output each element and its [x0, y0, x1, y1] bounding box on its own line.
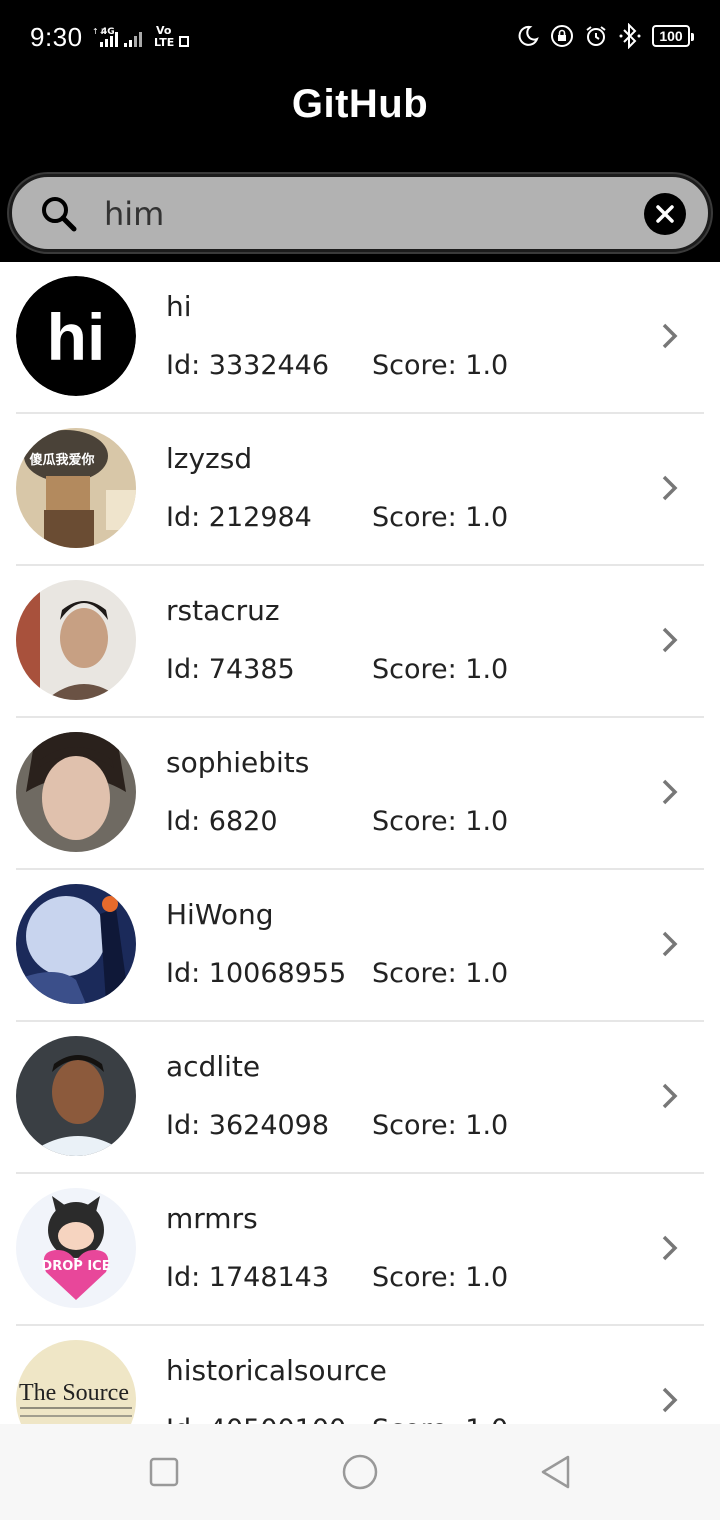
- user-id: Id: 74385: [166, 654, 295, 685]
- app-header: 9:30 ↑↓ 4G Vo LTE 100 GitHub him: [0, 0, 720, 262]
- search-bar[interactable]: [9, 174, 711, 252]
- chevron-right-icon[interactable]: [660, 778, 680, 806]
- list-item[interactable]: acdlite Id: 3624098 Score: 1.0: [0, 1022, 720, 1174]
- home-button[interactable]: [340, 1452, 380, 1492]
- user-name: sophiebits: [166, 746, 310, 779]
- user-score: Score: 1.0: [372, 350, 509, 381]
- svg-text:LTE: LTE: [154, 36, 174, 48]
- chevron-right-icon[interactable]: [660, 1234, 680, 1262]
- user-id: Id: 6820: [166, 806, 278, 837]
- home-icon: [342, 1454, 378, 1490]
- clear-icon: [656, 205, 674, 223]
- avatar: DROP ICE: [16, 1188, 136, 1308]
- avatar-text: DROP ICE: [41, 1259, 110, 1274]
- volte-icon: Vo LTE: [154, 24, 189, 48]
- avatar-text: 傻瓜我爱你: [29, 452, 94, 468]
- chevron-right-icon[interactable]: [660, 1386, 680, 1414]
- avatar: [16, 732, 136, 852]
- user-score: Score: 1.0: [372, 806, 509, 837]
- user-name: rstacruz: [166, 594, 280, 627]
- list-item[interactable]: hi hi Id: 3332446 Score: 1.0: [0, 262, 720, 414]
- user-id: Id: 3332446: [166, 350, 330, 381]
- list-item[interactable]: 傻瓜我爱你 lzyzsd Id: 212984 Score: 1.0: [0, 414, 720, 566]
- network-label: 4G: [101, 27, 115, 37]
- lock-icon: [551, 25, 573, 47]
- avatar: 傻瓜我爱你: [16, 428, 136, 548]
- chevron-right-icon[interactable]: [660, 1082, 680, 1110]
- clear-search-button[interactable]: [644, 193, 686, 235]
- avatar: [16, 1036, 136, 1156]
- user-id: Id: 212984: [166, 502, 312, 533]
- list-item[interactable]: rstacruz Id: 74385 Score: 1.0: [0, 566, 720, 718]
- back-button[interactable]: [536, 1452, 576, 1492]
- avatar: [16, 884, 136, 1004]
- user-name: mrmrs: [166, 1202, 258, 1235]
- avatar: [16, 580, 136, 700]
- status-time: 9:30: [30, 22, 83, 52]
- user-id: Id: 1748143: [166, 1262, 330, 1293]
- signal-icon: ↑↓ 4G: [92, 27, 118, 47]
- user-score: Score: 1.0: [372, 1414, 508, 1424]
- user-id: Id: 10068955: [166, 958, 347, 989]
- user-score: Score: 1.0: [372, 502, 509, 533]
- avatar: hi: [16, 276, 136, 396]
- search-input[interactable]: [104, 189, 624, 239]
- list-item[interactable]: HiWong Id: 10068955 Score: 1.0: [0, 870, 720, 1022]
- status-left-icons: ↑↓ 4G Vo LTE: [92, 24, 190, 48]
- search-icon[interactable]: [40, 195, 78, 233]
- user-id: Id: 3624098: [166, 1110, 330, 1141]
- user-name: hi: [166, 290, 192, 323]
- chevron-right-icon[interactable]: [660, 322, 680, 350]
- user-name: historicalsource: [166, 1354, 387, 1387]
- avatar-text: hi: [47, 300, 106, 374]
- page-title: GitHub: [291, 82, 429, 126]
- avatar: The Source: [16, 1340, 136, 1424]
- list-item[interactable]: DROP ICE mrmrs Id: 1748143 Score: 1.0: [0, 1174, 720, 1326]
- user-name: HiWong: [166, 898, 274, 931]
- recent-apps-icon: [149, 1457, 179, 1487]
- user-name: lzyzsd: [166, 442, 253, 475]
- list-item[interactable]: sophiebits Id: 6820 Score: 1.0: [0, 718, 720, 870]
- user-list[interactable]: hi hi Id: 3332446 Score: 1.0 傻瓜我爱你 lzyzs…: [0, 262, 720, 1424]
- user-score: Score: 1.0: [372, 1110, 509, 1141]
- user-score: Score: 1.0: [372, 958, 509, 989]
- user-name: acdlite: [166, 1050, 261, 1083]
- system-nav-bar: [0, 1424, 720, 1520]
- chevron-right-icon[interactable]: [660, 626, 680, 654]
- user-id: Id: 40500100: [166, 1414, 346, 1424]
- status-bar: 9:30 ↑↓ 4G Vo LTE 100: [0, 0, 720, 72]
- user-score: Score: 1.0: [372, 654, 509, 685]
- bluetooth-icon: [619, 23, 641, 49]
- avatar-text: The Source: [19, 1380, 129, 1406]
- chevron-right-icon[interactable]: [660, 930, 680, 958]
- user-score: Score: 1.0: [372, 1262, 509, 1293]
- back-icon: [541, 1455, 570, 1489]
- list-item[interactable]: The Source historicalsource Id: 40500100…: [0, 1326, 720, 1424]
- do-not-disturb-icon: [518, 25, 539, 46]
- chevron-right-icon[interactable]: [660, 474, 680, 502]
- status-right-icons: 100: [516, 22, 694, 50]
- signal-icon: [124, 32, 142, 47]
- battery-icon: 100: [652, 25, 694, 47]
- recent-apps-button[interactable]: [144, 1452, 184, 1492]
- alarm-icon: [586, 26, 606, 46]
